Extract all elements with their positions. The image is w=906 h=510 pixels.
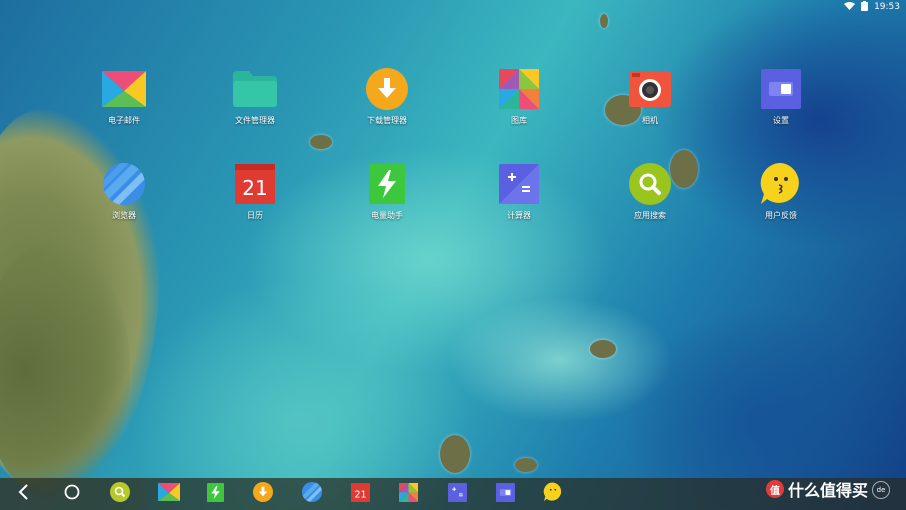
dock-app-calculator[interactable] [445,482,469,506]
app-label: 浏览器 [112,211,136,220]
calendar-icon: 21 [233,164,277,204]
dock-app-battery-assistant[interactable] [203,482,227,506]
app-battery-assistant[interactable]: 电量助手 [347,164,427,221]
email-icon [158,483,180,505]
calculator-icon [497,164,541,204]
feedback-icon [759,162,803,204]
dock: 21 值 什么值得买 de [0,478,906,510]
watermark-small-badge: de [872,481,890,499]
gallery-icon [497,69,541,109]
battery-assistant-icon [365,164,409,204]
watermark-text: 什么值得买 [787,481,868,500]
app-label: 图库 [511,116,527,125]
home-icon [64,484,80,504]
back-icon [18,484,30,504]
dock-app-calendar[interactable]: 21 [348,482,372,506]
app-label: 设置 [773,116,789,125]
app-search-icon [628,163,672,205]
app-settings[interactable]: 设置 [741,69,821,126]
app-file-manager[interactable]: 文件管理器 [215,69,295,126]
dock-app-feedback[interactable] [541,482,565,506]
dock-app-gallery[interactable] [396,482,420,506]
app-search-icon [110,482,130,506]
download-icon [365,68,409,110]
dock-app-search[interactable] [108,482,132,506]
calendar-icon: 21 [350,482,370,506]
browser-icon [102,163,146,205]
download-icon [253,482,273,506]
app-feedback[interactable]: 用户反馈 [741,162,821,221]
app-label: 用户反馈 [765,211,797,220]
app-browser[interactable]: 浏览器 [84,163,164,221]
app-camera[interactable]: 相机 [610,69,690,126]
app-label: 计算器 [507,211,531,220]
app-label: 文件管理器 [235,116,275,125]
app-label: 下载管理器 [367,116,407,125]
back-button[interactable] [12,482,36,506]
app-download-manager[interactable]: 下载管理器 [347,68,427,126]
feedback-icon [543,482,563,506]
gallery-icon [398,482,418,506]
watermark-badge: 值 [765,480,784,498]
email-icon [102,69,146,109]
app-label: 日历 [247,211,263,220]
calendar-date: 21 [242,176,267,200]
calculator-icon [447,482,467,506]
dock-app-browser[interactable] [300,482,324,506]
app-label: 电量助手 [371,211,403,220]
app-label: 电子邮件 [108,116,140,125]
app-email[interactable]: 电子邮件 [84,69,164,126]
settings-icon [495,482,515,506]
app-gallery[interactable]: 图库 [479,69,559,126]
home-button[interactable] [60,482,84,506]
settings-icon [759,69,803,109]
app-label: 相机 [642,116,658,125]
dock-calendar-date: 21 [354,489,366,500]
app-app-search[interactable]: 应用搜索 [610,163,690,221]
battery-assistant-icon [206,482,224,506]
app-calculator[interactable]: 计算器 [479,164,559,221]
dock-app-download-manager[interactable] [251,482,275,506]
app-calendar[interactable]: 21 日历 [215,164,295,221]
folder-icon [233,69,277,109]
camera-icon [628,69,672,109]
browser-icon [302,482,322,506]
dock-app-settings[interactable] [493,482,517,506]
watermark: 值 什么值得买 [765,477,868,501]
dock-app-email[interactable] [157,482,181,506]
app-grid: 电子邮件 文件管理器 下载管理器 图库 相机 设置 浏览器 21 日历 电量助手… [0,0,906,470]
app-label: 应用搜索 [634,211,666,220]
